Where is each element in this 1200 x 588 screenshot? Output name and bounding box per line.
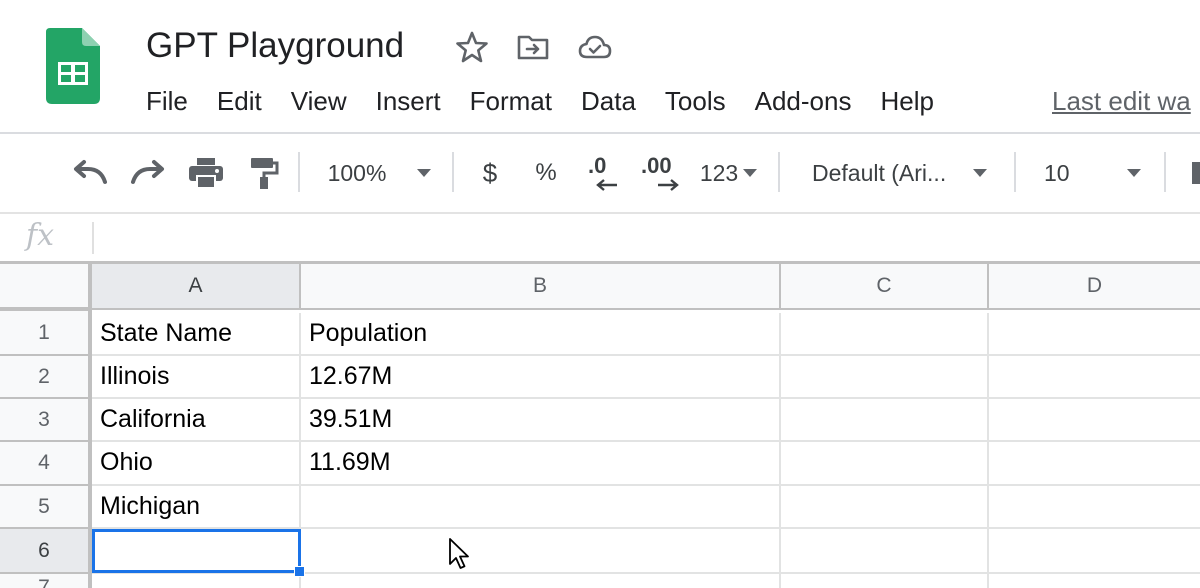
cell-c1[interactable] [781,313,989,356]
row-header-4[interactable]: 4 [0,442,92,486]
arrow-right-icon [658,179,679,191]
formula-input[interactable] [100,218,1190,258]
paint-format-button[interactable] [246,134,282,212]
title-bar: GPT Playground File Edit View Insert For… [0,0,1200,132]
menu-add-ons[interactable]: Add-ons [755,84,852,118]
menu-view[interactable]: View [291,84,347,118]
column-header-d[interactable]: D [989,264,1200,310]
currency-format-button[interactable]: $ [474,134,506,212]
cell-d1[interactable] [989,313,1200,356]
print-button[interactable] [186,134,226,212]
cell-a4[interactable]: Ohio [92,442,301,486]
chevron-down-icon [417,169,432,177]
move-to-folder-icon[interactable] [516,30,550,64]
menu-help[interactable]: Help [880,84,933,118]
redo-icon [131,160,164,184]
print-icon [189,158,223,189]
paint-format-icon [251,158,279,189]
cell-d2[interactable] [989,356,1200,399]
last-edit-link[interactable]: Last edit wa [1052,84,1191,118]
cell-b5[interactable] [301,486,781,529]
cell-d5[interactable] [989,486,1200,529]
percent-format-button[interactable]: % [530,134,562,212]
row-header-6[interactable]: 6 [0,529,92,574]
row-header-1[interactable]: 1 [0,311,92,356]
cell-c5[interactable] [781,486,989,529]
star-icon[interactable] [455,30,489,64]
menu-bar: File Edit View Insert Format Data Tools … [146,84,963,118]
font-size-select[interactable]: 10 [1034,134,1148,212]
select-all-corner[interactable] [0,264,92,311]
menu-data[interactable]: Data [581,84,636,118]
cell-c2[interactable] [781,356,989,399]
cell-c3[interactable] [781,399,989,442]
active-cell-selection [92,529,301,573]
toolbar-divider [778,152,780,192]
font-family-select[interactable]: Default (Ari... [800,134,1000,212]
cell-c7[interactable] [781,574,989,588]
chevron-down-icon [743,169,758,177]
undo-icon [74,160,107,184]
document-title[interactable]: GPT Playground [146,26,404,66]
cell-b4[interactable]: 11.69M [301,442,781,486]
column-header-b[interactable]: B [301,264,781,310]
more-formats-select[interactable]: 123 [694,134,764,212]
cell-c6[interactable] [781,529,989,574]
cell-a1[interactable]: State Name [92,313,301,356]
menu-tools[interactable]: Tools [665,84,726,118]
cell-d6[interactable] [989,529,1200,574]
fill-handle[interactable] [294,566,305,577]
cloud-saved-icon[interactable] [578,30,612,64]
column-header-c[interactable]: C [781,264,989,310]
cell-d3[interactable] [989,399,1200,442]
decrease-decimal-label: .0 [588,153,607,178]
fx-icon: fx [26,218,55,253]
toolbar: 100% $ % .0 .00 123 Default (Ari... 10 [0,134,1200,212]
decrease-decimal-button[interactable]: .0 [580,134,624,212]
toolbar-divider [452,152,454,192]
arrow-left-icon [596,179,617,191]
column-header-a[interactable]: A [92,264,301,310]
cell-b6[interactable] [301,529,781,574]
formula-bar-divider [92,222,94,254]
redo-button[interactable] [128,134,168,212]
zoom-select[interactable]: 100% [318,134,442,212]
font-size-value: 10 [1044,159,1070,186]
bold-icon [1192,162,1200,184]
toolbar-divider [298,152,300,192]
menu-format[interactable]: Format [470,84,552,118]
more-formats-label: 123 [699,159,739,186]
toolbar-divider [1164,152,1166,192]
cell-a7[interactable] [92,574,301,588]
cell-b1[interactable]: Population [301,313,781,356]
menu-file[interactable]: File [146,84,188,118]
zoom-value: 100% [327,159,387,186]
cell-d4[interactable] [989,442,1200,486]
cell-b2[interactable]: 12.67M [301,356,781,399]
increase-decimal-label: .00 [641,153,672,178]
sheets-logo-icon[interactable] [46,28,100,104]
row-header-5[interactable]: 5 [0,486,92,529]
cell-a3[interactable]: California [92,399,301,442]
row-header-3[interactable]: 3 [0,399,92,442]
undo-button[interactable] [70,134,110,212]
cell-c4[interactable] [781,442,989,486]
menu-insert[interactable]: Insert [376,84,441,118]
row-header-7[interactable]: 7 [0,574,92,588]
menu-edit[interactable]: Edit [217,84,262,118]
increase-decimal-button[interactable]: .00 [636,134,684,212]
toolbar-divider [1014,152,1016,192]
chevron-down-icon [1127,169,1141,177]
cell-d7[interactable] [989,574,1200,588]
bold-button[interactable] [1186,134,1200,212]
cell-a2[interactable]: Illinois [92,356,301,399]
cell-b7[interactable] [301,574,781,588]
cell-a5[interactable]: Michigan [92,486,301,529]
cell-b3[interactable]: 39.51M [301,399,781,442]
mouse-pointer-icon [449,538,469,569]
font-family-value: Default (Ari... [812,159,947,186]
row-header-2[interactable]: 2 [0,356,92,399]
chevron-down-icon [973,169,987,177]
